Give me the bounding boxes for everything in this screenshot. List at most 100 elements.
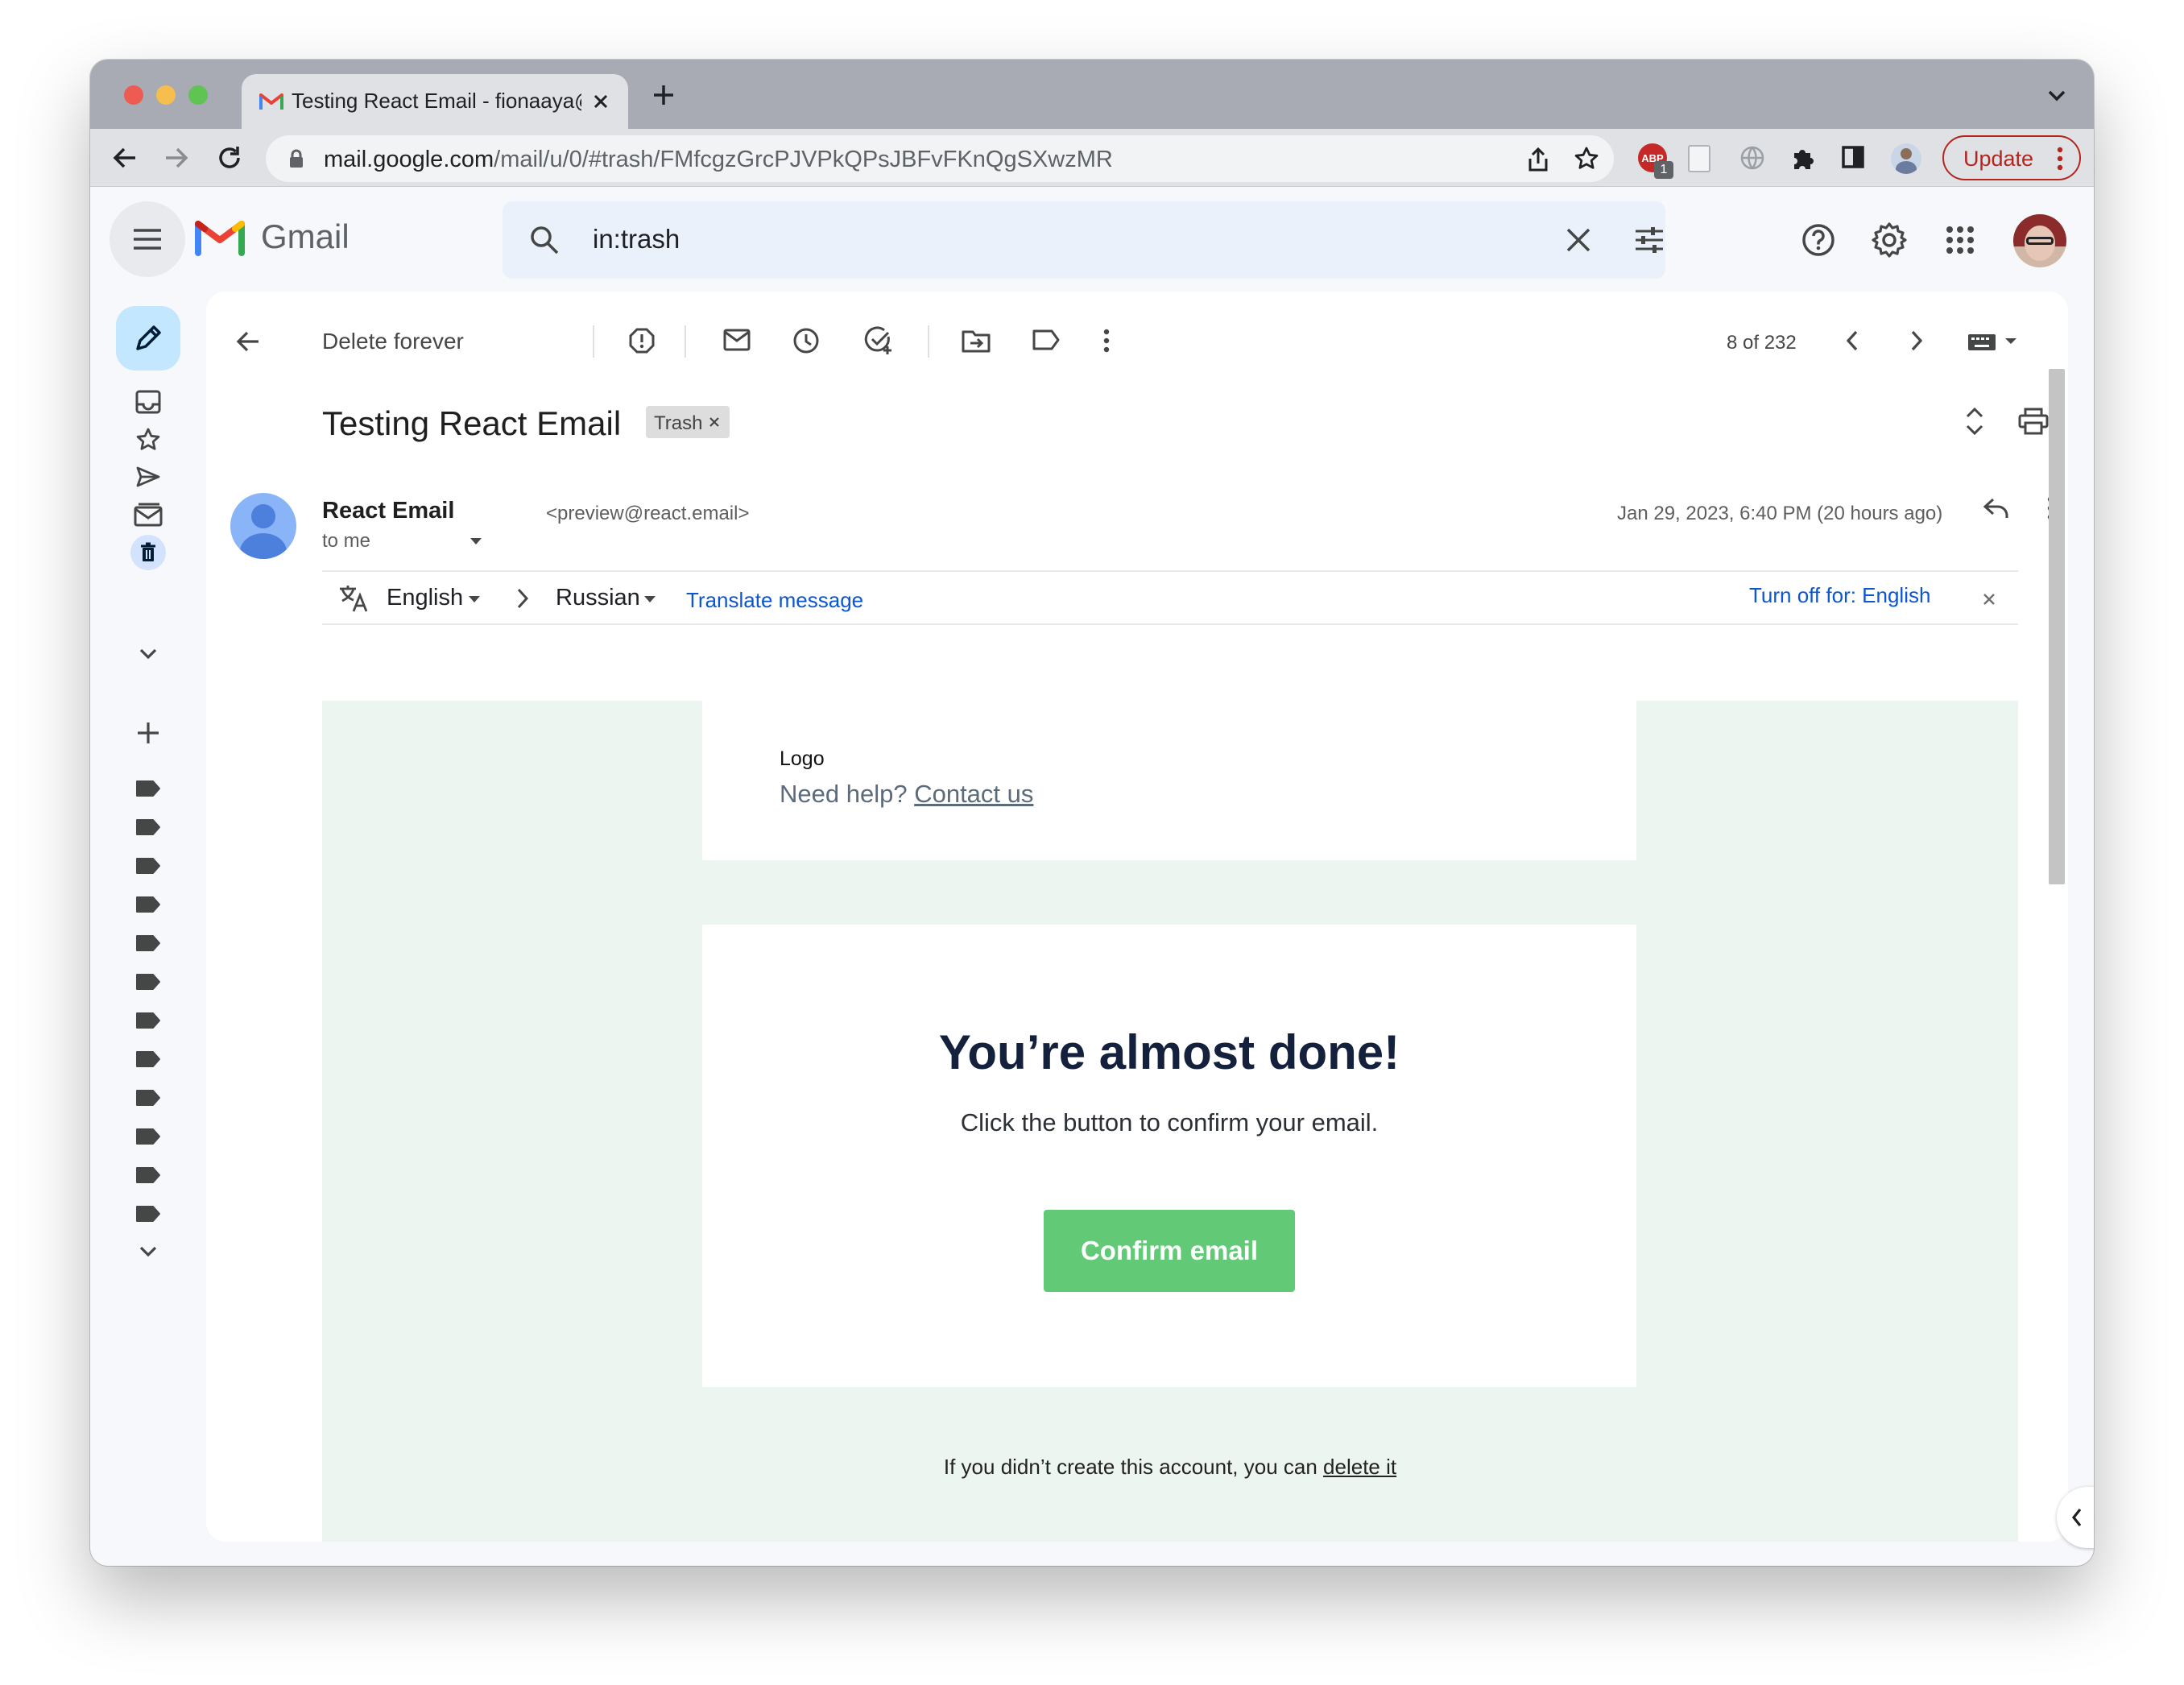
source-language-dropdown[interactable]: English [387,585,463,611]
trash-chip-label: Trash [654,412,703,434]
show-details-caret-icon[interactable] [469,536,483,546]
label-tag-icon[interactable] [135,1050,161,1068]
print-icon[interactable] [2018,408,2049,435]
confirm-email-button[interactable]: Confirm email [1044,1210,1295,1292]
back-to-list-arrow-icon[interactable] [235,330,261,353]
account-avatar[interactable] [2013,214,2066,267]
apps-grid-icon[interactable] [1946,226,1975,255]
share-icon[interactable] [1527,147,1549,172]
source-language-caret-icon[interactable] [467,594,482,604]
avatar-head [251,504,275,528]
browser-toolbar: mail.google.com/mail/u/0/#trash/FMfcgzGr… [90,129,2094,187]
close-tab-icon[interactable] [591,92,610,111]
trash-icon [139,542,157,563]
mark-unread-envelope-icon[interactable] [723,329,751,351]
starred-icon[interactable] [135,427,161,453]
gmail-favicon-icon [259,92,283,111]
label-tag-icon[interactable] [135,973,161,991]
gmail-logo-icon[interactable] [195,217,245,256]
reply-arrow-icon[interactable] [1983,496,2010,520]
hamburger-icon [132,228,163,250]
main-menu-button[interactable] [110,201,185,277]
inbox-icon[interactable] [135,390,161,414]
delete-forever-button[interactable]: Delete forever [322,329,464,354]
globe-extension-icon[interactable] [1739,145,1765,171]
scrollbar-thumb[interactable] [2049,369,2065,884]
input-tools-keyboard-icon[interactable] [1967,330,2021,353]
help-text: Need help? [780,780,908,808]
more-folders-chevron-icon[interactable] [137,646,159,662]
lock-icon[interactable] [288,149,304,168]
tab-search-chevron-icon[interactable] [2045,87,2068,103]
label-tag-icon[interactable] [135,1166,161,1184]
label-tag-icon[interactable] [135,857,161,875]
snooze-clock-icon[interactable] [792,327,820,354]
dismiss-translate-x-icon[interactable] [1983,593,1996,606]
more-actions-kebab-icon[interactable] [1103,329,1110,353]
bookmark-star-icon[interactable] [1574,146,1599,172]
clear-search-icon[interactable] [1564,226,1593,255]
newer-chevron-left-icon[interactable] [1844,329,1860,353]
translate-message-link[interactable]: Translate message [686,588,863,613]
translate-bar: English Russian Translate message Turn o… [322,570,2018,625]
kebab-menu-icon[interactable] [2057,147,2063,171]
target-language-dropdown[interactable]: Russian [556,585,640,611]
sent-icon[interactable] [135,466,161,488]
contact-us-link[interactable]: Contact us [914,780,1033,808]
document-extension-icon[interactable] [1688,145,1710,172]
search-input[interactable]: in:trash [593,224,680,255]
label-tag-icon[interactable] [135,1012,161,1029]
label-tag-icon[interactable] [135,1089,161,1107]
browser-window: Testing React Email - fionaaya@ mail.goo… [90,60,2094,1566]
label-tag-icon[interactable] [135,896,161,913]
side-panel-icon[interactable] [1841,145,1865,169]
footer-text: If you didn’t create this account, you c… [943,1455,1317,1479]
close-window-button[interactable] [124,85,143,105]
trash-label-chip[interactable]: Trash [646,406,730,438]
report-spam-icon[interactable] [628,327,656,354]
help-icon[interactable] [1801,222,1836,258]
older-chevron-right-icon[interactable] [1909,329,1925,353]
tab-strip: Testing React Email - fionaaya@ [90,60,2094,129]
sender-avatar[interactable] [230,493,296,559]
all-mail-icon[interactable] [134,503,163,527]
minimize-window-button[interactable] [156,85,176,105]
extension-badge: 1 [1654,161,1673,179]
target-language-caret-icon[interactable] [643,594,657,604]
remove-label-x-icon[interactable] [709,416,720,428]
reload-icon[interactable] [216,144,243,172]
gmail-wordmark[interactable]: Gmail [261,217,350,256]
trash-folder-button[interactable] [130,535,166,570]
more-labels-chevron-icon[interactable] [137,1244,159,1260]
label-tag-icon[interactable] [135,818,161,836]
label-tag-icon[interactable] [135,1205,161,1223]
turn-off-translation-link[interactable]: Turn off for: English [1749,583,1930,608]
label-tag-icon[interactable] [135,1128,161,1145]
expand-collapse-all-icon[interactable] [1963,406,1986,437]
forward-arrow-icon[interactable] [163,145,190,171]
search-bar[interactable]: in:trash [503,201,1665,279]
label-icon[interactable] [1032,329,1060,351]
move-to-folder-icon[interactable] [962,329,991,353]
translate-icon [338,583,369,614]
message-view: Delete forever 8 of 232 Testing React Em… [206,292,2068,1542]
settings-gear-icon[interactable] [1870,221,1909,259]
profile-avatar[interactable] [1891,143,1921,174]
label-tag-icon[interactable] [135,934,161,952]
tab-title: Testing React Email - fionaaya@ [292,89,581,113]
browser-tab[interactable]: Testing React Email - fionaaya@ [242,74,628,129]
back-arrow-icon[interactable] [111,145,139,171]
search-options-icon[interactable] [1633,224,1665,256]
sender-name[interactable]: React Email [322,498,454,524]
maximize-window-button[interactable] [188,85,208,105]
puzzle-extensions-icon[interactable] [1789,145,1815,171]
label-tag-icon[interactable] [135,780,161,797]
new-tab-icon[interactable] [651,82,676,108]
add-to-tasks-icon[interactable] [863,325,894,356]
delete-account-link[interactable]: delete it [1323,1455,1396,1479]
compose-button[interactable] [116,306,180,371]
create-label-plus-icon[interactable] [135,720,161,746]
update-button[interactable]: Update [1942,135,2081,180]
address-bar[interactable]: mail.google.com/mail/u/0/#trash/FMfcgzGr… [266,135,1614,182]
search-icon[interactable] [528,224,560,256]
